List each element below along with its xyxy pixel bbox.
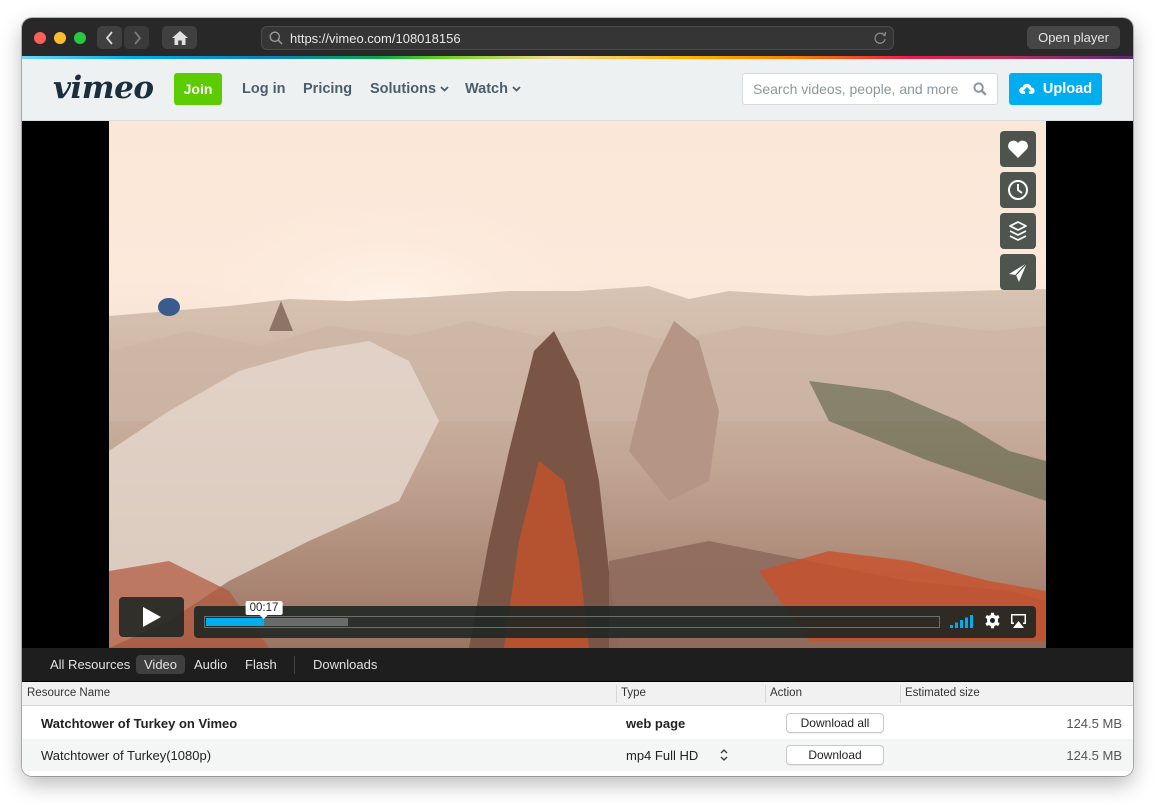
resource-size: 124.5 MB — [1066, 716, 1122, 731]
search-icon — [269, 31, 283, 45]
browser-toolbar: https://vimeo.com/108018156 Open player — [22, 18, 1133, 56]
progress-bar[interactable]: 00:17 — [204, 601, 940, 628]
share-button[interactable] — [1000, 254, 1036, 290]
resource-tabs: All Resources Video Audio Flash Download… — [22, 648, 1133, 682]
layers-icon — [1009, 221, 1027, 241]
collections-button[interactable] — [1000, 213, 1036, 249]
nav-login[interactable]: Log in — [242, 81, 286, 97]
watch-later-button[interactable] — [1000, 172, 1036, 208]
nav-solutions[interactable]: Solutions — [370, 81, 449, 97]
cloud-upload-icon — [1019, 83, 1035, 95]
played-bar — [206, 618, 264, 626]
tab-all-resources[interactable]: All Resources — [42, 655, 138, 674]
column-resource-name[interactable]: Resource Name — [27, 687, 110, 699]
play-button[interactable] — [119, 597, 184, 637]
video-frame[interactable]: 00:17 — [109, 121, 1046, 648]
vimeo-header: vimeo Join Log in Pricing Solutions Watc… — [22, 59, 1133, 121]
tab-audio[interactable]: Audio — [186, 655, 235, 674]
table-header: Resource Name Type Action Estimated size — [22, 682, 1133, 706]
column-divider[interactable] — [616, 685, 617, 703]
search-input[interactable] — [753, 81, 963, 97]
back-icon — [105, 30, 113, 45]
close-window-button[interactable] — [34, 32, 46, 44]
nav-watch[interactable]: Watch — [465, 81, 521, 97]
column-action[interactable]: Action — [770, 687, 802, 699]
vimeo-logo[interactable]: vimeo — [53, 70, 154, 106]
forward-icon — [133, 30, 141, 45]
address-bar[interactable]: https://vimeo.com/108018156 — [261, 26, 894, 50]
like-button[interactable] — [1000, 131, 1036, 167]
video-player: 00:17 — [22, 121, 1133, 648]
chevron-down-icon — [512, 86, 521, 92]
join-button[interactable]: Join — [174, 73, 222, 105]
video-landscape — [109, 121, 1046, 648]
chevron-down-icon — [440, 86, 449, 92]
table-row[interactable]: Watchtower of Turkey(1080p) mp4 Full HD … — [22, 739, 1133, 771]
resource-size: 124.5 MB — [1066, 748, 1122, 763]
open-player-button[interactable]: Open player — [1027, 26, 1120, 49]
resource-name: Watchtower of Turkey on Vimeo — [41, 716, 238, 731]
volume-icon[interactable] — [950, 614, 974, 628]
send-icon — [1009, 262, 1028, 282]
download-button[interactable]: Download — [786, 745, 884, 765]
volume-bar — [955, 622, 958, 628]
table-row[interactable]: Watchtower of Turkey on Vimeo web page D… — [22, 707, 1133, 739]
nav-pricing[interactable]: Pricing — [303, 81, 352, 97]
minimize-window-button[interactable] — [54, 32, 66, 44]
reload-icon[interactable] — [873, 31, 887, 45]
column-type[interactable]: Type — [621, 687, 646, 699]
vimeo-search — [742, 73, 998, 105]
nav-login-label: Log in — [242, 81, 286, 97]
tab-flash[interactable]: Flash — [237, 655, 285, 674]
resource-name: Watchtower of Turkey(1080p) — [41, 748, 212, 763]
home-button[interactable] — [162, 26, 197, 49]
nav-solutions-label: Solutions — [370, 81, 437, 97]
column-divider[interactable] — [765, 685, 766, 703]
resource-type-select[interactable]: mp4 Full HD — [626, 748, 698, 763]
airplay-icon[interactable] — [1010, 613, 1027, 629]
settings-gear-icon[interactable] — [984, 612, 1001, 629]
up-down-chevron-icon[interactable] — [719, 748, 729, 762]
column-divider[interactable] — [900, 685, 901, 703]
upload-button[interactable]: Upload — [1009, 73, 1102, 105]
home-icon — [171, 30, 188, 45]
player-controls: 00:17 — [194, 601, 1036, 638]
download-all-button[interactable]: Download all — [786, 713, 884, 733]
volume-bar — [960, 620, 963, 628]
nav-pricing-label: Pricing — [303, 81, 353, 97]
zoom-window-button[interactable] — [74, 32, 86, 44]
back-button[interactable] — [97, 26, 122, 49]
upload-label: Upload — [1042, 81, 1093, 97]
resource-table: Resource Name Type Action Estimated size… — [22, 682, 1133, 776]
browser-window: https://vimeo.com/108018156 Open player … — [22, 18, 1133, 776]
nav-watch-label: Watch — [465, 81, 508, 97]
play-icon — [142, 607, 161, 627]
player-side-buttons — [1000, 131, 1036, 290]
column-estimated-size[interactable]: Estimated size — [905, 687, 980, 699]
volume-bar — [970, 615, 973, 628]
forward-button[interactable] — [124, 26, 149, 49]
heart-icon — [1008, 140, 1028, 158]
volume-bar — [950, 625, 953, 628]
tab-video[interactable]: Video — [136, 655, 186, 674]
tab-divider — [294, 656, 295, 674]
time-tooltip: 00:17 — [245, 601, 283, 619]
clock-icon — [1008, 180, 1028, 200]
tab-downloads[interactable]: Downloads — [305, 655, 385, 674]
search-icon[interactable] — [973, 82, 987, 96]
volume-bar — [965, 617, 968, 628]
resource-type: web page — [626, 716, 686, 731]
url-text: https://vimeo.com/108018156 — [290, 30, 461, 46]
